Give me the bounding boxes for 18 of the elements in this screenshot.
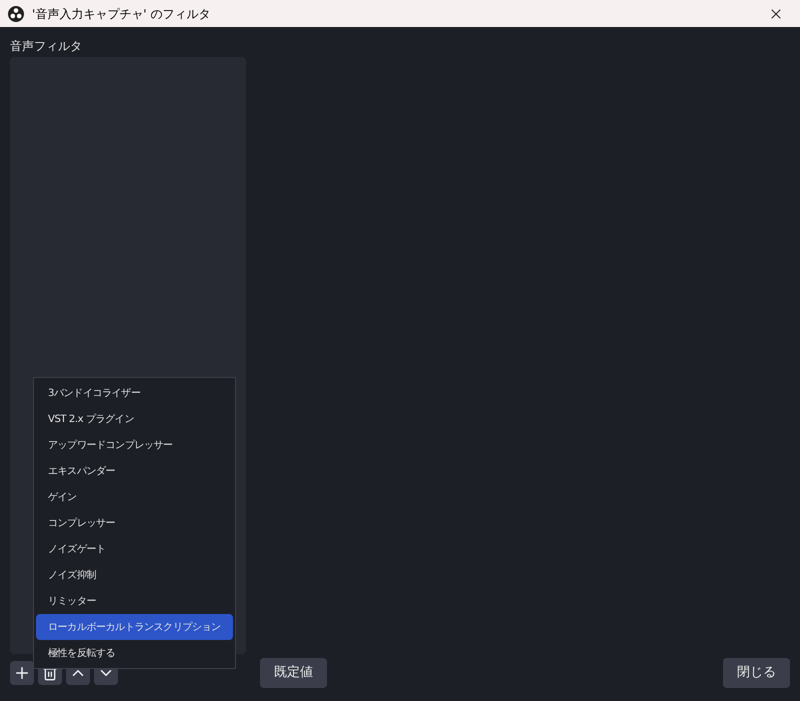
menu-item[interactable]: ローカルボーカルトランスクリプション: [36, 614, 233, 640]
menu-item[interactable]: ノイズゲート: [34, 536, 235, 562]
menu-item[interactable]: アップワードコンプレッサー: [34, 432, 235, 458]
menu-item[interactable]: VST 2.x プラグイン: [34, 406, 235, 432]
menu-item[interactable]: リミッター: [34, 588, 235, 614]
menu-item[interactable]: ゲイン: [34, 484, 235, 510]
add-button[interactable]: [10, 661, 34, 685]
menu-item[interactable]: 極性を反転する: [34, 640, 235, 666]
menu-item[interactable]: ノイズ抑制: [34, 562, 235, 588]
menu-item[interactable]: コンプレッサー: [34, 510, 235, 536]
window-title: '音声入力キャプチャ' のフィルタ: [32, 6, 210, 22]
defaults-button[interactable]: 既定値: [260, 658, 327, 688]
menu-item[interactable]: エキスパンダー: [34, 458, 235, 484]
plus-icon: [13, 664, 31, 682]
section-label: 音声フィルタ: [10, 38, 83, 55]
app-logo-icon: [8, 6, 24, 22]
menu-item[interactable]: 3バンドイコライザー: [34, 380, 235, 406]
close-dialog-button[interactable]: 閉じる: [723, 658, 790, 688]
